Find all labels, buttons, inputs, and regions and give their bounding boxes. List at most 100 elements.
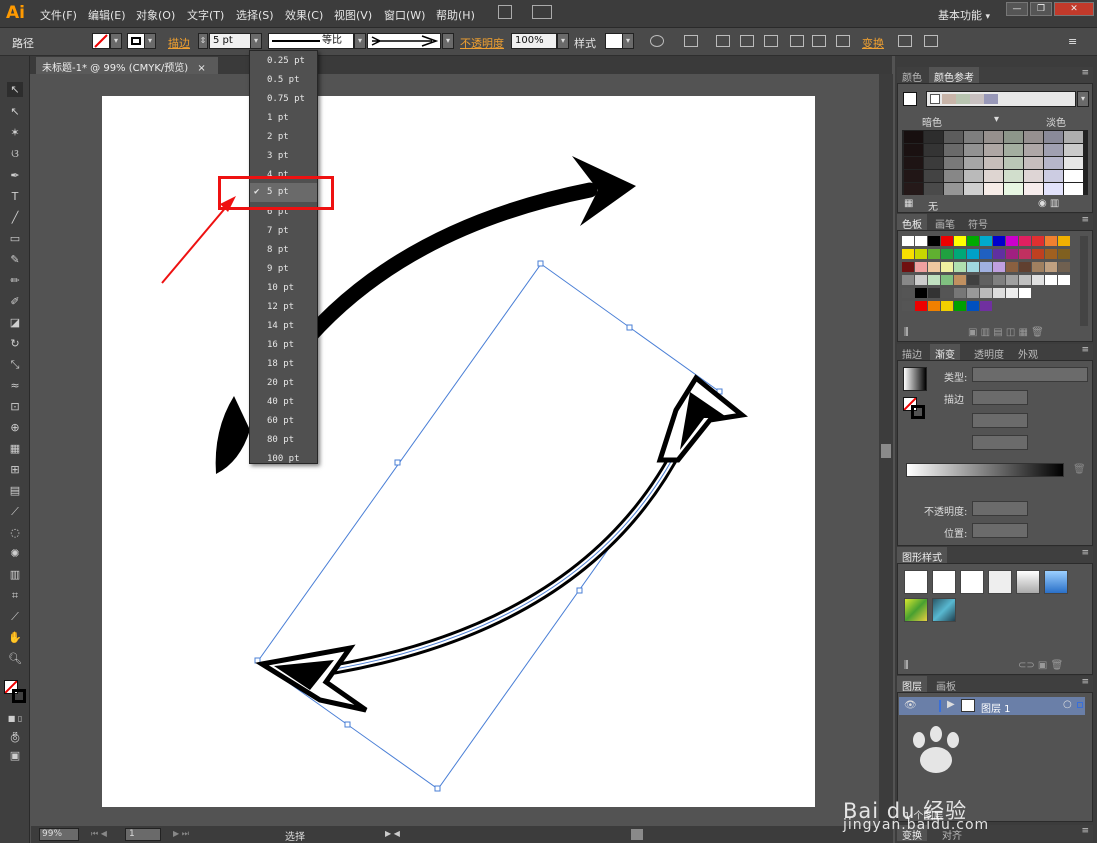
color-variation-cell[interactable] xyxy=(1064,144,1083,156)
color-variation-cell[interactable] xyxy=(1044,170,1063,182)
eye-icon[interactable]: 👁︎ xyxy=(904,700,917,711)
target-icon[interactable]: ○ xyxy=(1063,699,1072,710)
swatch[interactable] xyxy=(928,262,940,272)
color-variation-cell[interactable] xyxy=(984,183,1003,195)
swatch[interactable] xyxy=(1058,236,1070,246)
stroke-option-60pt[interactable]: 60 pt xyxy=(250,412,317,431)
layer-row[interactable]: 👁︎ ▶ 图层 1 ○ xyxy=(899,697,1085,715)
color-variation-cell[interactable] xyxy=(984,157,1003,169)
swatch[interactable] xyxy=(1032,262,1044,272)
tab-gradient[interactable]: 渐变 xyxy=(930,344,960,361)
stroke-option-8pt[interactable]: 8 pt xyxy=(250,241,317,260)
swatch[interactable] xyxy=(928,301,940,311)
panel-menu-icon[interactable]: ≡ xyxy=(1081,68,1089,78)
color-variation-cell[interactable] xyxy=(1024,170,1043,182)
variation-dropdown-icon[interactable]: ▾ xyxy=(994,114,999,125)
swatch[interactable] xyxy=(1019,288,1031,298)
horizontal-scroll-thumb[interactable] xyxy=(631,829,643,840)
swatch[interactable] xyxy=(967,236,979,246)
stroke-option-7pt[interactable]: 7 pt xyxy=(250,222,317,241)
swatch[interactable] xyxy=(1045,236,1057,246)
color-variation-cell[interactable] xyxy=(1044,183,1063,195)
color-variation-cell[interactable] xyxy=(964,144,983,156)
swatch-grid[interactable] xyxy=(902,236,1078,314)
swatch[interactable] xyxy=(1006,262,1018,272)
swatch[interactable] xyxy=(941,288,953,298)
swatch[interactable] xyxy=(941,301,953,311)
swatch[interactable] xyxy=(902,262,914,272)
edit-colors-icon[interactable]: ◉ ▥ xyxy=(1038,198,1059,209)
swatch[interactable] xyxy=(928,275,940,285)
stroke-option-1pt[interactable]: 1 pt xyxy=(250,109,317,128)
swatch[interactable] xyxy=(902,288,914,298)
color-variation-cell[interactable] xyxy=(1004,183,1023,195)
swatch[interactable] xyxy=(928,236,940,246)
layer-name[interactable]: 图层 1 xyxy=(981,700,1011,715)
styles-library-icon[interactable]: ⫼ xyxy=(904,660,909,671)
swatch[interactable] xyxy=(1045,262,1057,272)
color-variation-cell[interactable] xyxy=(1064,170,1083,182)
swatch[interactable] xyxy=(928,249,940,259)
color-variation-cell[interactable] xyxy=(964,131,983,143)
color-variation-cell[interactable] xyxy=(944,157,963,169)
swatch[interactable] xyxy=(993,288,1005,298)
panel-menu-icon[interactable]: ≡ xyxy=(1081,677,1089,687)
swatch[interactable] xyxy=(928,288,940,298)
harmony-rules-bar[interactable] xyxy=(926,91,1076,107)
style-default-text[interactable] xyxy=(932,570,956,594)
style-outline[interactable] xyxy=(988,570,1012,594)
zoom-field[interactable]: 99% xyxy=(39,828,79,841)
swatch[interactable] xyxy=(954,249,966,259)
tab-graphic-styles[interactable]: 图形样式 xyxy=(897,547,947,564)
panel-menu-icon[interactable]: ≡ xyxy=(1081,548,1089,558)
status-menu-arrow-icon[interactable]: ▶ ◀ xyxy=(385,829,400,838)
style-shadow[interactable] xyxy=(1016,570,1040,594)
vertical-scrollbar[interactable] xyxy=(879,74,893,826)
color-variation-cell[interactable] xyxy=(964,170,983,182)
swatch[interactable] xyxy=(1006,236,1018,246)
swatch[interactable] xyxy=(1006,288,1018,298)
color-variation-cell[interactable] xyxy=(984,131,1003,143)
swatch[interactable] xyxy=(993,275,1005,285)
color-variation-cell[interactable] xyxy=(1064,157,1083,169)
style-green-pattern[interactable] xyxy=(904,598,928,622)
page-field[interactable]: 1 xyxy=(125,828,161,841)
swatch[interactable] xyxy=(1019,275,1031,285)
tab-brushes[interactable]: 画笔 xyxy=(930,214,960,231)
swatch-scrollbar[interactable] xyxy=(1080,236,1088,326)
style-blue-gradient[interactable] xyxy=(1044,570,1068,594)
swatch[interactable] xyxy=(954,288,966,298)
style-white[interactable] xyxy=(960,570,984,594)
color-variation-cell[interactable] xyxy=(904,170,923,182)
swatch[interactable] xyxy=(1019,249,1031,259)
swatch-library-icon[interactable]: ▦ xyxy=(904,198,913,209)
first-page-icon[interactable]: ⏮ ◀ xyxy=(91,829,107,839)
stroke-option-0-75pt[interactable]: 0.75 pt xyxy=(250,90,317,109)
tab-color[interactable]: 颜色 xyxy=(897,67,927,84)
tab-layers[interactable]: 图层 xyxy=(897,676,927,693)
style-actions-icons[interactable]: ⊂⊃ ▣ 🗑︎ xyxy=(1018,660,1063,671)
color-variation-cell[interactable] xyxy=(1044,131,1063,143)
swatch[interactable] xyxy=(1058,262,1070,272)
color-variation-cell[interactable] xyxy=(924,131,943,143)
color-variation-cell[interactable] xyxy=(1024,157,1043,169)
stroke-option-100pt[interactable]: 100 pt xyxy=(250,450,317,469)
color-variation-cell[interactable] xyxy=(984,144,1003,156)
swatch[interactable] xyxy=(902,236,914,246)
swatch[interactable] xyxy=(954,262,966,272)
gradient-angle-field[interactable] xyxy=(972,413,1028,428)
swatch[interactable] xyxy=(954,236,966,246)
color-variation-cell[interactable] xyxy=(924,170,943,182)
tab-artboards[interactable]: 画板 xyxy=(931,676,961,693)
stroke-option-12pt[interactable]: 12 pt xyxy=(250,298,317,317)
swatch[interactable] xyxy=(915,262,927,272)
style-default[interactable] xyxy=(904,570,928,594)
stroke-option-2pt[interactable]: 2 pt xyxy=(250,128,317,147)
gradient-opacity-field[interactable] xyxy=(972,501,1028,516)
color-variation-cell[interactable] xyxy=(1064,131,1083,143)
swatch[interactable] xyxy=(993,262,1005,272)
swatch[interactable] xyxy=(941,262,953,272)
swatch[interactable] xyxy=(915,288,927,298)
color-variation-cell[interactable] xyxy=(1004,144,1023,156)
panel-menu-icon[interactable]: ≡ xyxy=(1081,215,1089,225)
